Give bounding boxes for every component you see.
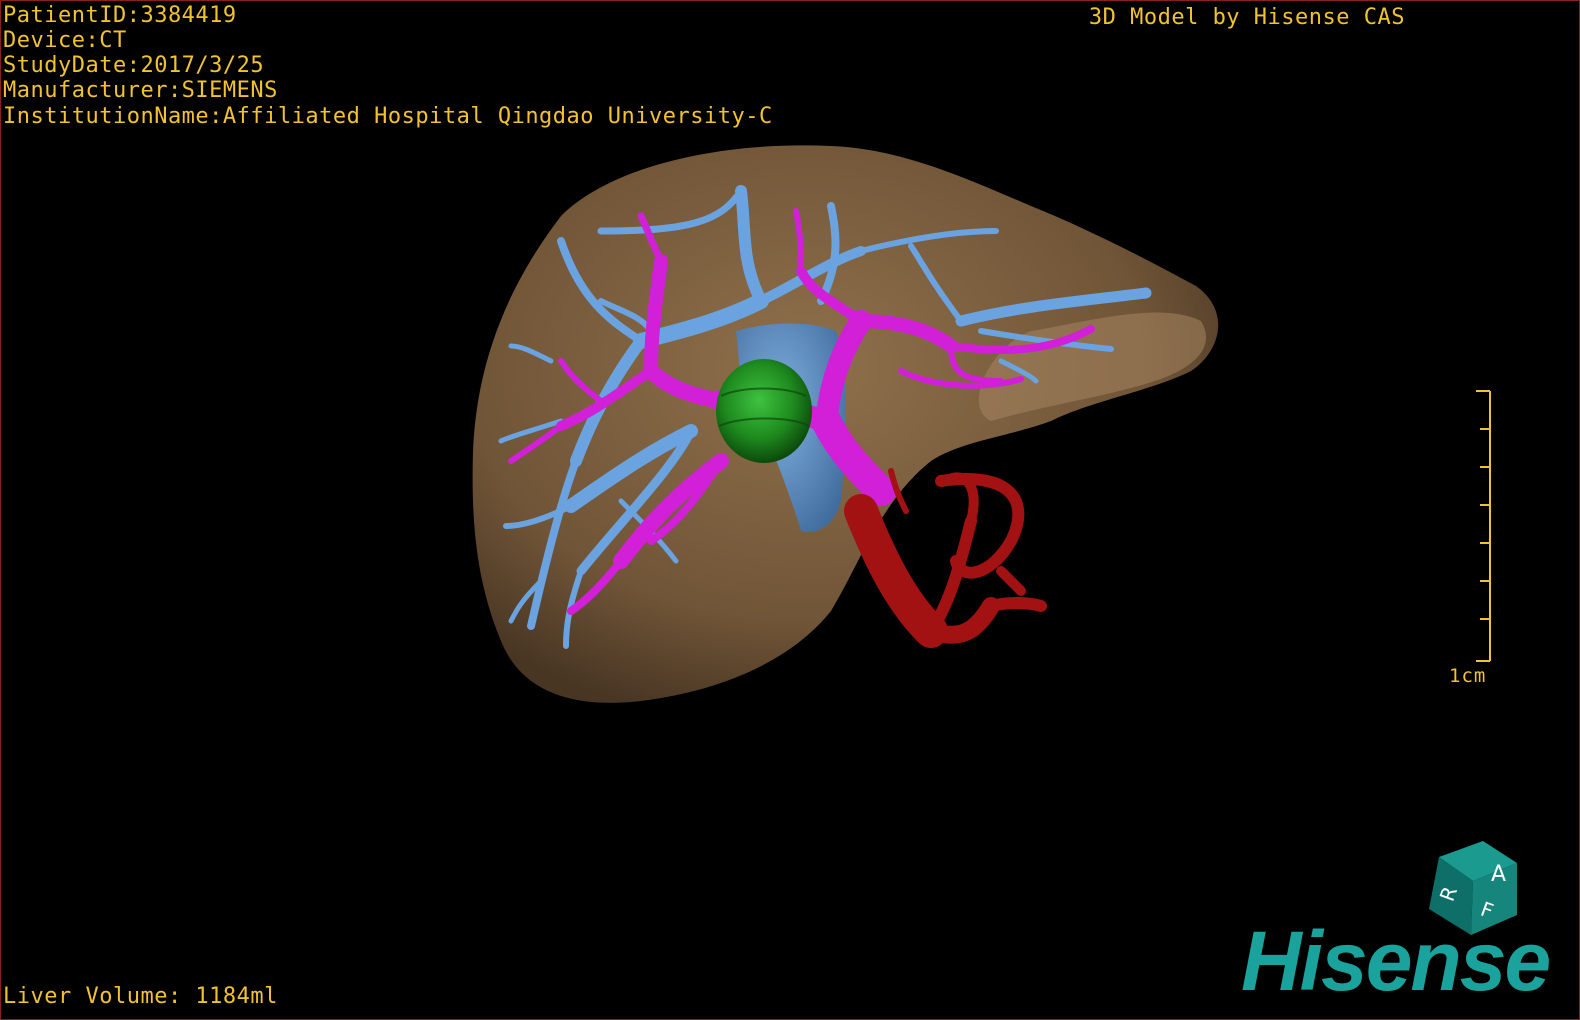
device-label: Device:CT	[3, 28, 127, 53]
liver-3d-model[interactable]	[1, 1, 1579, 1019]
study-date-label: StudyDate:2017/3/25	[3, 53, 265, 78]
cube-face-anterior: A	[1491, 862, 1506, 887]
model-credit: 3D Model by Hisense CAS	[1088, 5, 1405, 30]
institution-label: InstitutionName:Affiliated Hospital Qing…	[3, 104, 773, 129]
liver-volume-label: Liver Volume: 1184ml	[3, 984, 278, 1009]
scale-bar	[1476, 390, 1491, 662]
render-viewport[interactable]: PatientID:3384419 Device:CT StudyDate:20…	[0, 0, 1580, 1020]
patient-id-label: PatientID:3384419	[3, 3, 237, 28]
scale-label: 1cm	[1449, 665, 1487, 687]
manufacturer-label: Manufacturer:SIEMENS	[3, 78, 278, 103]
hisense-logo: Hisense	[1241, 914, 1551, 1008]
tumor-lesion	[716, 359, 812, 463]
